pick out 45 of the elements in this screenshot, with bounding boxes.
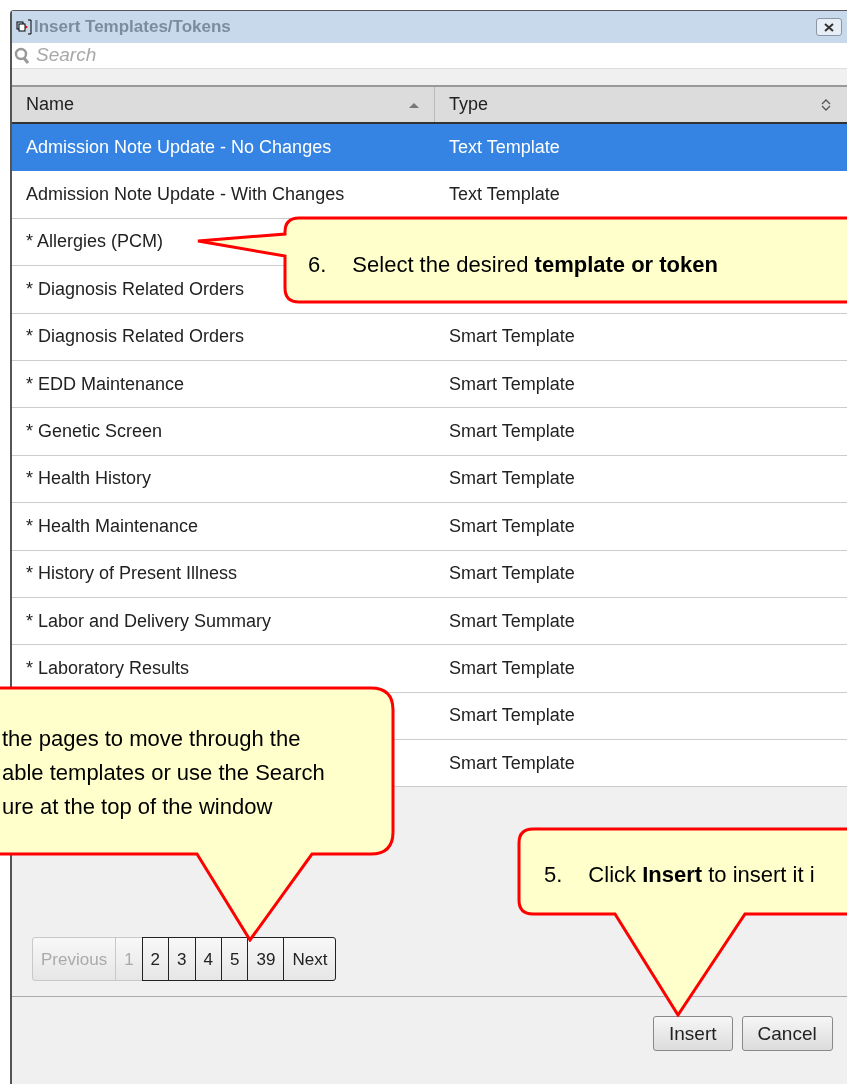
table-cell: Smart Template (449, 563, 575, 584)
page-button[interactable]: 2 (141, 937, 170, 982)
column-header[interactable]: Type (435, 87, 846, 122)
table-cell: Smart Template (449, 373, 575, 394)
table-cell: * EDD Maintenance (26, 373, 185, 394)
table-cell: Smart Template (449, 658, 575, 678)
table-cell: Admission Note Update - No Changes (26, 136, 332, 157)
table-cell: Text Template (449, 136, 560, 157)
close-icon (824, 22, 834, 32)
insert-button[interactable]: Insert (653, 1016, 733, 1052)
table-cell: * Genetic Screen (26, 421, 163, 442)
callout-text: Click Insert to insert it i (588, 861, 815, 889)
table-cell: Smart Template (449, 468, 575, 489)
table-cell: * History of Present Illness (26, 563, 238, 584)
cancel-button[interactable]: Cancel (741, 1016, 833, 1052)
table-cell: Admission Note Update - With Changes (26, 184, 345, 205)
close-button[interactable] (816, 18, 842, 36)
callout-text: the pages to move through the able templates or use the Search ure at the top of the window (2, 725, 325, 821)
table-cell: Smart Template (449, 752, 575, 773)
table-cell: Smart Template (449, 610, 575, 631)
page-button[interactable]: Next (283, 937, 337, 982)
page-button[interactable]: 39 (247, 937, 285, 982)
table-cell: * Diagnosis Related Orders (26, 278, 245, 299)
page-button[interactable]: 3 (168, 937, 196, 982)
search-icon (14, 46, 30, 65)
callout-text: Select the desired template or token (352, 251, 718, 279)
table-cell: * Labor and Delivery Summary (26, 610, 272, 631)
column-header[interactable]: Name (12, 87, 435, 122)
table-cell: Smart Template (449, 421, 575, 442)
table-cell: Text Template (449, 184, 560, 205)
window-title: Insert Templates/Tokens (34, 16, 231, 39)
step-number: 5. (544, 861, 563, 889)
table-cell: Smart Template (449, 515, 575, 536)
templates-icon (16, 19, 32, 35)
table-cell: Smart Template (449, 705, 575, 726)
step-number: 6. (308, 251, 327, 279)
table-cell: * Health History (26, 468, 152, 489)
table-cell: * Allergies (PCM) (26, 231, 164, 252)
table-cell: Smart Template (449, 326, 575, 347)
page-button[interactable]: 5 (221, 937, 249, 982)
table-row[interactable]: Admission Note Update - No Changes Text Template (12, 124, 847, 172)
page-button[interactable]: 4 (194, 937, 222, 982)
table-cell: * Diagnosis Related Orders (26, 326, 245, 347)
table-cell: * Laboratory Results (26, 658, 190, 678)
table-cell: * Health Maintenance (26, 515, 199, 536)
